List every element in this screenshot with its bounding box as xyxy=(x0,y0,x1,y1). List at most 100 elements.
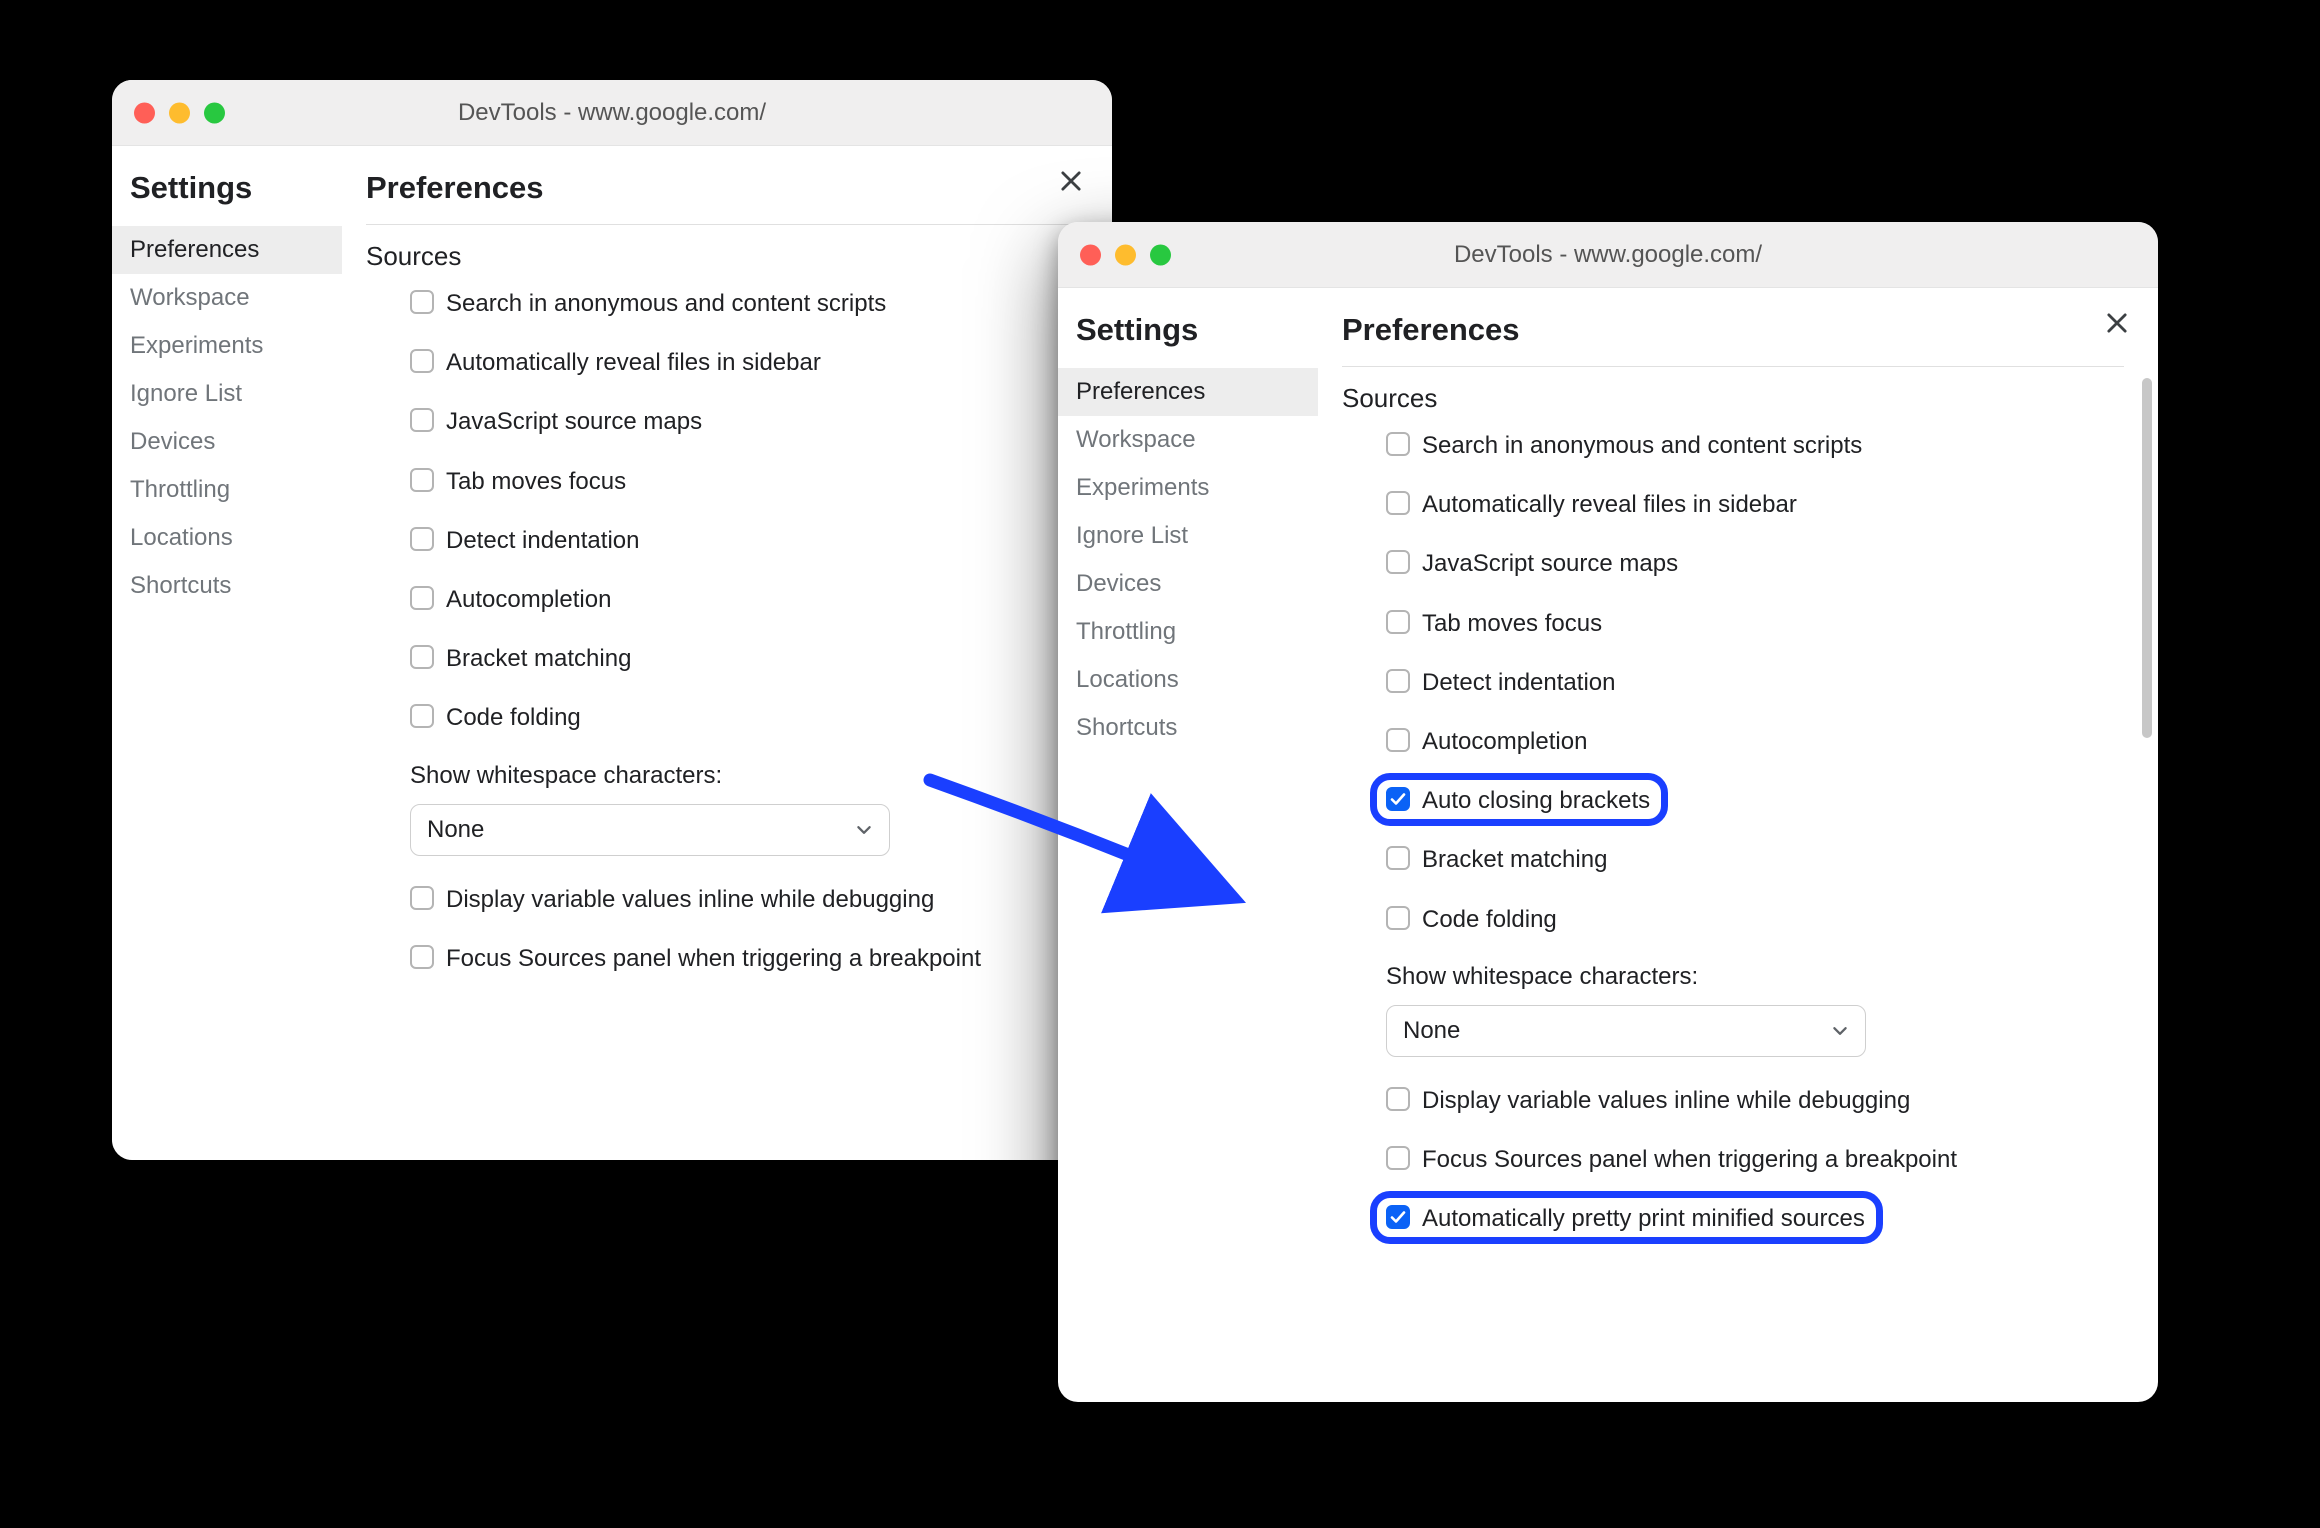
section-title-sources: Sources xyxy=(1342,383,2124,414)
zoom-window-button[interactable] xyxy=(204,102,225,123)
traffic-lights xyxy=(1080,244,1171,265)
preference-option[interactable]: JavaScript source maps xyxy=(1386,548,2124,579)
scrollbar-thumb[interactable] xyxy=(2142,378,2152,738)
checkbox[interactable] xyxy=(1386,846,1410,870)
checkbox[interactable] xyxy=(1386,906,1410,930)
checkbox[interactable] xyxy=(1386,1087,1410,1111)
option-label: Tab moves focus xyxy=(1422,608,1602,639)
preference-option[interactable]: Bracket matching xyxy=(410,643,1092,674)
checkbox[interactable] xyxy=(1386,669,1410,693)
checkbox[interactable] xyxy=(1386,432,1410,456)
preference-option[interactable]: Automatically reveal files in sidebar xyxy=(410,347,1092,378)
devtools-window-after: DevTools - www.google.com/ Settings Pref… xyxy=(1058,222,2158,1402)
checkbox[interactable] xyxy=(1386,1146,1410,1170)
whitespace-label: Show whitespace characters: xyxy=(1386,963,2124,991)
option-label: Automatically reveal files in sidebar xyxy=(446,347,821,378)
settings-sidebar: Settings PreferencesWorkspaceExperiments… xyxy=(112,146,342,1160)
option-label: Code folding xyxy=(1422,904,1557,935)
close-window-button[interactable] xyxy=(134,102,155,123)
checkbox[interactable] xyxy=(1386,491,1410,515)
sidebar-item-preferences[interactable]: Preferences xyxy=(112,226,342,274)
preference-option[interactable]: Focus Sources panel when triggering a br… xyxy=(1386,1144,2124,1175)
sidebar-item-throttling[interactable]: Throttling xyxy=(1058,608,1318,656)
preference-option[interactable]: Autocompletion xyxy=(410,584,1092,615)
titlebar[interactable]: DevTools - www.google.com/ xyxy=(112,80,1112,146)
settings-heading: Settings xyxy=(1076,312,1318,348)
sidebar-item-ignore-list[interactable]: Ignore List xyxy=(112,370,342,418)
whitespace-label: Show whitespace characters: xyxy=(410,762,1092,790)
checkbox[interactable] xyxy=(410,704,434,728)
sidebar-item-devices[interactable]: Devices xyxy=(112,418,342,466)
preference-option[interactable]: Search in anonymous and content scripts xyxy=(1386,430,2124,461)
preference-option[interactable]: Bracket matching xyxy=(1386,844,2124,875)
checkbox[interactable] xyxy=(410,527,434,551)
sidebar-item-devices[interactable]: Devices xyxy=(1058,560,1318,608)
preference-option[interactable]: Code folding xyxy=(1386,904,2124,935)
preference-option[interactable]: Focus Sources panel when triggering a br… xyxy=(410,943,1092,974)
sidebar-item-experiments[interactable]: Experiments xyxy=(1058,464,1318,512)
zoom-window-button[interactable] xyxy=(1150,244,1171,265)
settings-sidebar: Settings PreferencesWorkspaceExperiments… xyxy=(1058,288,1318,1402)
option-label: Auto closing brackets xyxy=(1422,785,1650,816)
checkbox[interactable] xyxy=(1386,1205,1410,1229)
sidebar-item-shortcuts[interactable]: Shortcuts xyxy=(1058,704,1318,752)
option-label: Code folding xyxy=(446,702,581,733)
sidebar-item-locations[interactable]: Locations xyxy=(1058,656,1318,704)
option-label: Automatically reveal files in sidebar xyxy=(1422,489,1797,520)
option-label: Bracket matching xyxy=(446,643,631,674)
option-label: Autocompletion xyxy=(446,584,611,615)
checkbox[interactable] xyxy=(410,886,434,910)
preference-option[interactable]: Detect indentation xyxy=(410,525,1092,556)
checkbox[interactable] xyxy=(410,290,434,314)
sidebar-item-experiments[interactable]: Experiments xyxy=(112,322,342,370)
titlebar[interactable]: DevTools - www.google.com/ xyxy=(1058,222,2158,288)
checkbox[interactable] xyxy=(1386,610,1410,634)
checkbox[interactable] xyxy=(1386,550,1410,574)
preference-option[interactable]: Automatically reveal files in sidebar xyxy=(1386,489,2124,520)
option-label: JavaScript source maps xyxy=(446,406,702,437)
preference-option[interactable]: Tab moves focus xyxy=(410,466,1092,497)
preference-option[interactable]: Auto closing brackets xyxy=(1386,785,2124,816)
chevron-down-icon xyxy=(855,821,873,839)
settings-heading: Settings xyxy=(130,170,342,206)
sidebar-item-locations[interactable]: Locations xyxy=(112,514,342,562)
preference-option[interactable]: Automatically pretty print minified sour… xyxy=(1386,1203,2124,1234)
checkbox[interactable] xyxy=(410,468,434,492)
preference-option[interactable]: Tab moves focus xyxy=(1386,608,2124,639)
sidebar-item-ignore-list[interactable]: Ignore List xyxy=(1058,512,1318,560)
checkbox[interactable] xyxy=(410,586,434,610)
whitespace-select[interactable]: None xyxy=(1386,1005,1866,1057)
sidebar-item-shortcuts[interactable]: Shortcuts xyxy=(112,562,342,610)
devtools-window-before: DevTools - www.google.com/ Settings Pref… xyxy=(112,80,1112,1160)
option-label: Focus Sources panel when triggering a br… xyxy=(1422,1144,1957,1175)
checkbox[interactable] xyxy=(410,408,434,432)
preference-option[interactable]: JavaScript source maps xyxy=(410,406,1092,437)
checkbox[interactable] xyxy=(1386,787,1410,811)
option-label: Detect indentation xyxy=(446,525,639,556)
sidebar-item-workspace[interactable]: Workspace xyxy=(112,274,342,322)
close-icon xyxy=(2103,309,2131,337)
chevron-down-icon xyxy=(1831,1022,1849,1040)
checkbox[interactable] xyxy=(410,349,434,373)
close-settings-button[interactable] xyxy=(2100,306,2134,340)
section-title-sources: Sources xyxy=(366,241,1092,272)
preference-option[interactable]: Code folding xyxy=(410,702,1092,733)
checkbox[interactable] xyxy=(1386,728,1410,752)
preference-option[interactable]: Display variable values inline while deb… xyxy=(410,884,1092,915)
sidebar-item-throttling[interactable]: Throttling xyxy=(112,466,342,514)
preference-option[interactable]: Display variable values inline while deb… xyxy=(1386,1085,2124,1116)
minimize-window-button[interactable] xyxy=(169,102,190,123)
preference-option[interactable]: Detect indentation xyxy=(1386,667,2124,698)
sidebar-item-workspace[interactable]: Workspace xyxy=(1058,416,1318,464)
preference-option[interactable]: Search in anonymous and content scripts xyxy=(410,288,1092,319)
preferences-heading: Preferences xyxy=(366,170,1092,206)
close-window-button[interactable] xyxy=(1080,244,1101,265)
checkbox[interactable] xyxy=(410,645,434,669)
sidebar-item-preferences[interactable]: Preferences xyxy=(1058,368,1318,416)
close-settings-button[interactable] xyxy=(1054,164,1088,198)
whitespace-select[interactable]: None xyxy=(410,804,890,856)
checkbox[interactable] xyxy=(410,945,434,969)
settings-content: Preferences Sources Search in anonymous … xyxy=(1318,288,2158,1402)
preference-option[interactable]: Autocompletion xyxy=(1386,726,2124,757)
minimize-window-button[interactable] xyxy=(1115,244,1136,265)
